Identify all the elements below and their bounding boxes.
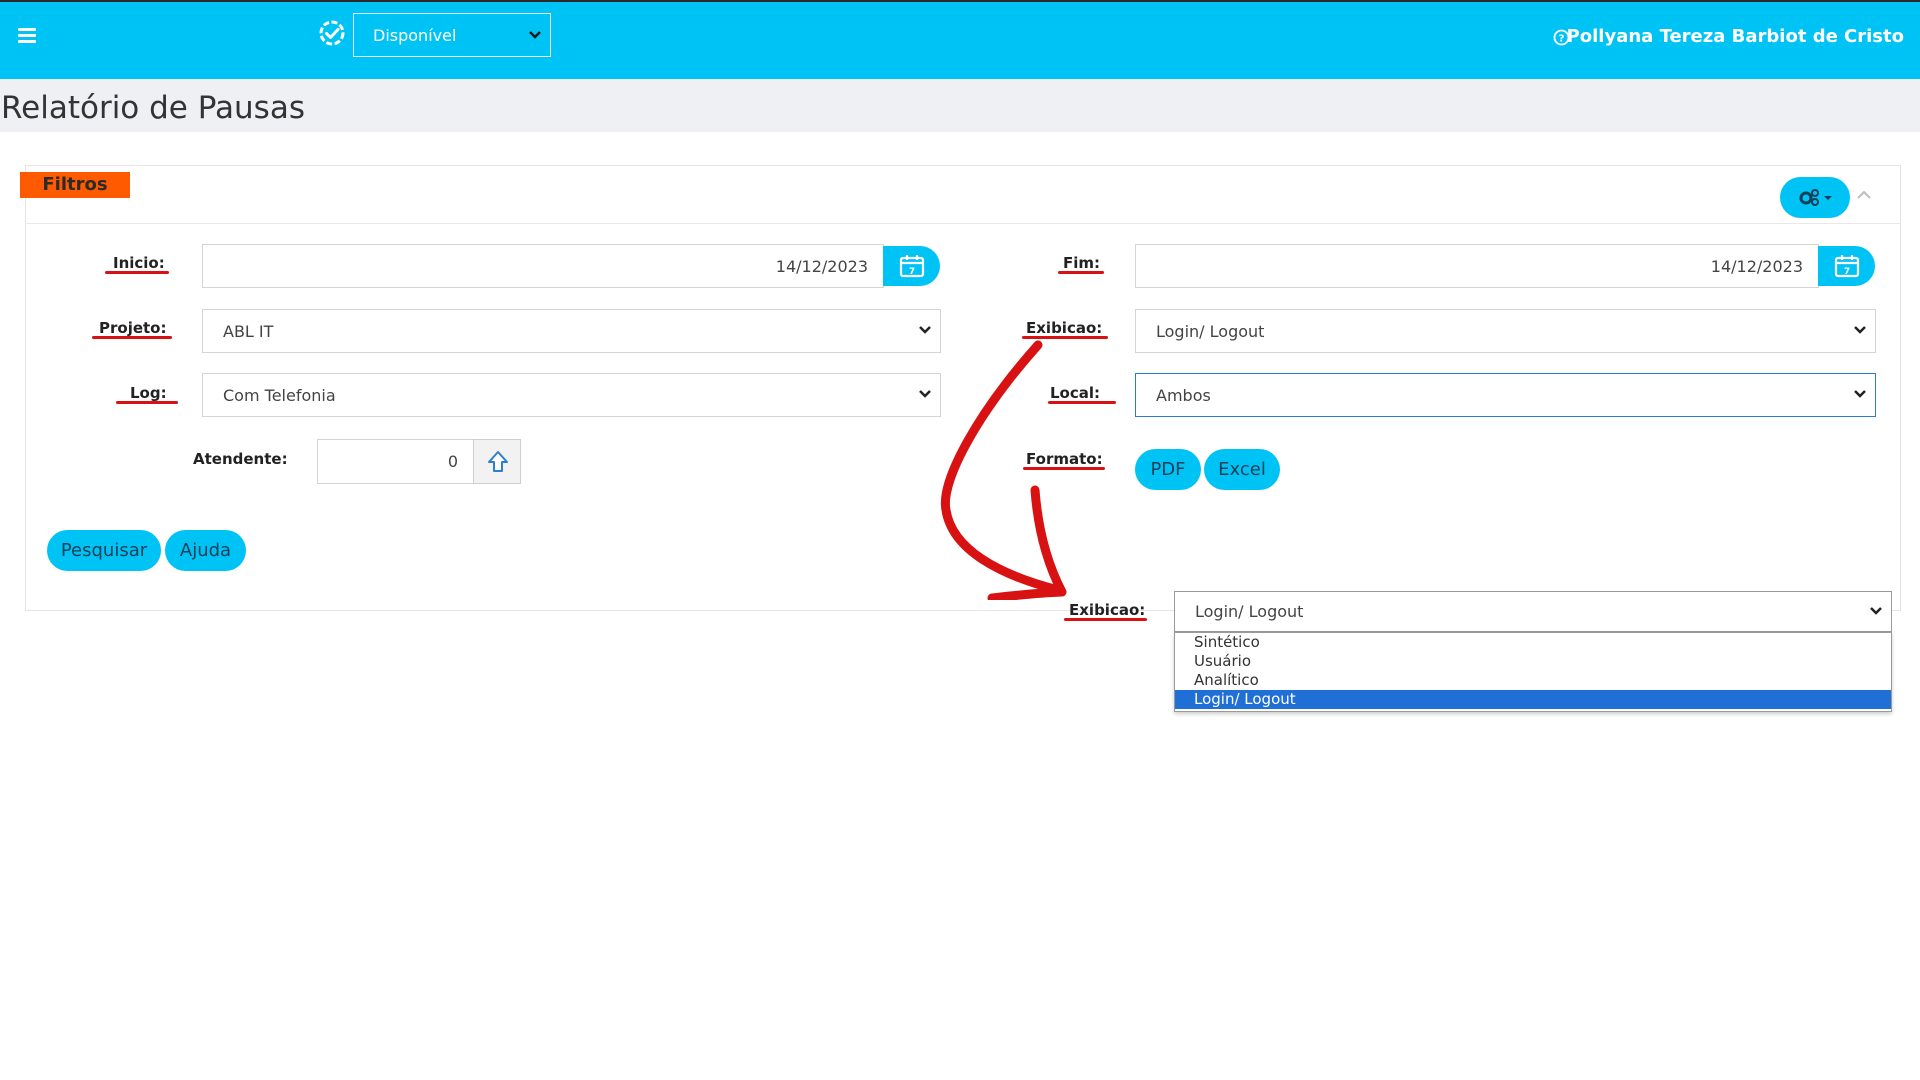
- pdf-button[interactable]: PDF: [1135, 449, 1201, 490]
- annotation-arrow: [940, 340, 1067, 600]
- filters-tag: Filtros: [20, 172, 130, 198]
- svg-text:7: 7: [1844, 267, 1850, 277]
- inicio-date-value: 14/12/2023: [775, 257, 868, 276]
- log-label: Log:: [116, 384, 178, 404]
- panel-divider: [25, 223, 1901, 224]
- chevron-down-icon: [1870, 607, 1882, 615]
- top-bar: Disponível ? Pollyana Tereza Barbiot de …: [0, 0, 1920, 79]
- check-circle-icon: [319, 20, 345, 46]
- status-select-value: Disponível: [373, 26, 457, 45]
- atendente-input[interactable]: 0: [317, 439, 474, 484]
- exibicao-select-value: Login/ Logout: [1156, 322, 1265, 341]
- inicio-label: Inicio:: [105, 254, 169, 274]
- log-select-value: Com Telefonia: [223, 386, 336, 405]
- excel-button[interactable]: Excel: [1204, 449, 1280, 490]
- arrow-up-icon: [488, 451, 508, 472]
- zoom-exibicao-select[interactable]: Login/ Logout: [1174, 591, 1892, 632]
- exibicao-options-list: Sintético Usuário Analítico Login/ Logou…: [1174, 632, 1892, 712]
- page-title: Relatório de Pausas: [1, 90, 305, 126]
- pesquisar-button[interactable]: Pesquisar: [47, 530, 161, 571]
- inicio-date-input[interactable]: 14/12/2023: [202, 244, 884, 288]
- log-select[interactable]: Com Telefonia: [202, 373, 941, 417]
- calendar-icon: 7: [899, 255, 925, 278]
- atendente-label: Atendente:: [193, 450, 288, 468]
- fim-date-input[interactable]: 14/12/2023: [1135, 244, 1819, 288]
- chevron-down-icon: [919, 390, 931, 398]
- calendar-icon: 7: [1834, 255, 1860, 278]
- zoom-exibicao-label: Exibicao:: [1064, 601, 1147, 621]
- hamburger-icon[interactable]: [18, 28, 36, 43]
- option-login-logout[interactable]: Login/ Logout: [1175, 690, 1891, 709]
- svg-text:?: ?: [1559, 34, 1565, 45]
- atendente-lookup-button[interactable]: [473, 439, 521, 484]
- atendente-value: 0: [447, 452, 458, 471]
- chevron-down-icon: [529, 31, 541, 39]
- option-sintetico[interactable]: Sintético: [1175, 633, 1891, 652]
- settings-button[interactable]: [1780, 177, 1850, 218]
- gears-icon: [1799, 189, 1832, 206]
- local-select-value: Ambos: [1156, 386, 1211, 405]
- user-name[interactable]: Pollyana Tereza Barbiot de Cristo: [1567, 26, 1904, 47]
- status-select[interactable]: Disponível: [353, 13, 551, 57]
- option-usuario[interactable]: Usuário: [1175, 652, 1891, 671]
- fim-date-value: 14/12/2023: [1710, 257, 1803, 276]
- chevron-down-icon: [1854, 390, 1866, 398]
- exibicao-select[interactable]: Login/ Logout: [1135, 309, 1876, 353]
- local-select[interactable]: Ambos: [1135, 373, 1876, 417]
- inicio-calendar-button[interactable]: 7: [883, 246, 940, 286]
- svg-text:7: 7: [909, 267, 915, 277]
- chevron-down-icon: [919, 326, 931, 334]
- chevron-up-icon[interactable]: [1856, 190, 1872, 200]
- projeto-label: Projeto:: [92, 319, 172, 339]
- exibicao-label: Exibicao:: [1022, 319, 1108, 339]
- ajuda-button[interactable]: Ajuda: [165, 530, 246, 571]
- fim-calendar-button[interactable]: 7: [1818, 246, 1875, 286]
- zoom-exibicao-select-value: Login/ Logout: [1195, 602, 1304, 621]
- chevron-down-icon: [1854, 326, 1866, 334]
- fim-label: Fim:: [1058, 254, 1104, 274]
- projeto-select-value: ABL IT: [223, 322, 274, 341]
- projeto-select[interactable]: ABL IT: [202, 309, 941, 353]
- option-analitico[interactable]: Analítico: [1175, 671, 1891, 690]
